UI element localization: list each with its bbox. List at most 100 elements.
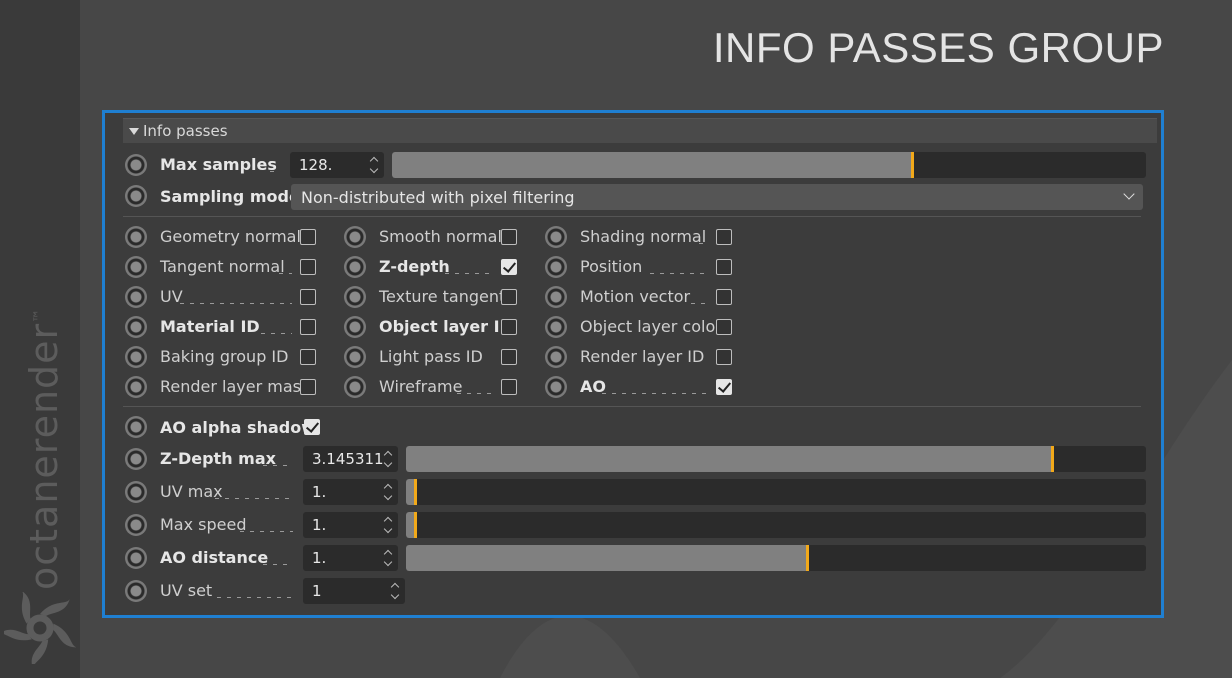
render-layer-id-pin-icon[interactable] [545, 346, 567, 368]
object-layer-color-pin-icon[interactable] [545, 316, 567, 338]
motion-vector-pin-icon[interactable] [545, 286, 567, 308]
dot-leader [698, 243, 708, 244]
ao-alpha-shadow-pin-icon[interactable] [125, 416, 147, 438]
wireframe-pin-icon[interactable] [344, 376, 366, 398]
ao-pin-icon[interactable] [545, 376, 567, 398]
slider-fill [406, 446, 1052, 472]
z-depth-max-label: Z-Depth max [160, 449, 276, 468]
dot-leader [215, 498, 293, 499]
shading-normal-checkbox[interactable] [716, 229, 732, 245]
dot-leader [690, 303, 708, 304]
max-samples-slider[interactable] [392, 152, 1146, 178]
uv-pin-icon[interactable] [125, 286, 147, 308]
max-speed-pin-icon[interactable] [125, 514, 147, 536]
dot-leader [180, 303, 292, 304]
spinner-icon[interactable] [384, 515, 394, 535]
page-title: INFO PASSES GROUP [712, 24, 1164, 71]
object-layer-color-checkbox[interactable] [716, 319, 732, 335]
baking-group-id-checkbox[interactable] [300, 349, 316, 365]
object-layer-id-checkbox[interactable] [501, 319, 517, 335]
uv-checkbox[interactable] [300, 289, 316, 305]
render-layer-id-checkbox[interactable] [716, 349, 732, 365]
uv-max-label: UV max [160, 482, 223, 501]
light-pass-id-checkbox[interactable] [501, 349, 517, 365]
chevron-down-icon [1123, 188, 1135, 200]
max-speed-slider[interactable] [406, 512, 1146, 538]
sampling-mode-select[interactable]: Non-distributed with pixel filtering [291, 184, 1143, 210]
z-depth-checkbox[interactable] [501, 259, 517, 275]
max-samples-pin-icon[interactable] [125, 154, 147, 176]
z-depth-pin-icon[interactable] [344, 256, 366, 278]
wireframe-label: Wireframe [379, 377, 463, 396]
dot-leader [444, 273, 493, 274]
ao-distance-input[interactable]: 1. [303, 545, 398, 571]
tangent-normal-checkbox[interactable] [300, 259, 316, 275]
material-id-checkbox[interactable] [300, 319, 316, 335]
geometry-normal-pin-icon[interactable] [125, 226, 147, 248]
max-samples-input[interactable]: 128. [290, 152, 384, 178]
tangent-normal-label: Tangent normal [160, 257, 285, 276]
position-pin-icon[interactable] [545, 256, 567, 278]
baking-group-id-pin-icon[interactable] [125, 346, 147, 368]
uv-max-input[interactable]: 1. [303, 479, 398, 505]
z-depth-max-input[interactable]: 3.145311 [303, 446, 398, 472]
object-layer-id-pin-icon[interactable] [344, 316, 366, 338]
spinner-icon[interactable] [370, 155, 380, 175]
dot-leader [260, 333, 292, 334]
dot-leader [601, 393, 708, 394]
smooth-normal-pin-icon[interactable] [344, 226, 366, 248]
max-speed-label: Max speed [160, 515, 247, 534]
wireframe-checkbox[interactable] [501, 379, 517, 395]
ao-distance-pin-icon[interactable] [125, 547, 147, 569]
sampling-mode-label: Sampling mode [160, 187, 300, 206]
object-layer-id-label: Object layer ID [379, 317, 513, 336]
uv-set-pin-icon[interactable] [125, 580, 147, 602]
geometry-normal-checkbox[interactable] [300, 229, 316, 245]
light-pass-id-label: Light pass ID [379, 347, 483, 366]
render-layer-mask-checkbox[interactable] [300, 379, 316, 395]
slider-handle[interactable] [414, 479, 417, 505]
slider-handle[interactable] [1051, 446, 1054, 472]
tangent-normal-pin-icon[interactable] [125, 256, 147, 278]
smooth-normal-checkbox[interactable] [501, 229, 517, 245]
material-id-pin-icon[interactable] [125, 316, 147, 338]
sidebar: octanerender™ [0, 0, 80, 678]
sampling-mode-pin-icon[interactable] [125, 185, 147, 207]
spinner-icon[interactable] [384, 482, 394, 502]
z-depth-label: Z-depth [379, 257, 450, 276]
uv-label: UV [160, 287, 183, 306]
ao-checkbox[interactable] [716, 379, 732, 395]
dot-leader [262, 564, 293, 565]
texture-tangent-checkbox[interactable] [501, 289, 517, 305]
spinner-icon[interactable] [384, 449, 394, 469]
slider-handle[interactable] [414, 512, 417, 538]
max-speed-input[interactable]: 1. [303, 512, 398, 538]
spinner-icon[interactable] [384, 548, 394, 568]
light-pass-id-pin-icon[interactable] [344, 346, 366, 368]
z-depth-max-slider[interactable] [406, 446, 1146, 472]
ao-distance-label: AO distance [160, 548, 269, 567]
brand-wordmark: octanerender™ [22, 307, 66, 590]
dot-leader [270, 171, 276, 172]
position-checkbox[interactable] [716, 259, 732, 275]
ao-alpha-shadow-checkbox[interactable] [304, 419, 320, 435]
render-layer-mask-pin-icon[interactable] [125, 376, 147, 398]
uv-max-slider[interactable] [406, 479, 1146, 505]
motion-vector-checkbox[interactable] [716, 289, 732, 305]
collapse-triangle-icon[interactable] [129, 127, 139, 135]
shading-normal-label: Shading normal [580, 227, 707, 246]
z-depth-max-pin-icon[interactable] [125, 448, 147, 470]
slider-handle[interactable] [911, 152, 914, 178]
uv-max-pin-icon[interactable] [125, 481, 147, 503]
render-layer-id-label: Render layer ID [580, 347, 705, 366]
shading-normal-pin-icon[interactable] [545, 226, 567, 248]
uv-set-input[interactable]: 1 [303, 578, 405, 604]
info-passes-header[interactable]: Info passes [123, 118, 1157, 143]
ao-distance-slider[interactable] [406, 545, 1146, 571]
slider-fill [392, 152, 912, 178]
spinner-icon[interactable] [391, 581, 401, 601]
slider-handle[interactable] [806, 545, 809, 571]
geometry-normal-label: Geometry normal [160, 227, 301, 246]
texture-tangent-pin-icon[interactable] [344, 286, 366, 308]
dot-leader [262, 465, 293, 466]
